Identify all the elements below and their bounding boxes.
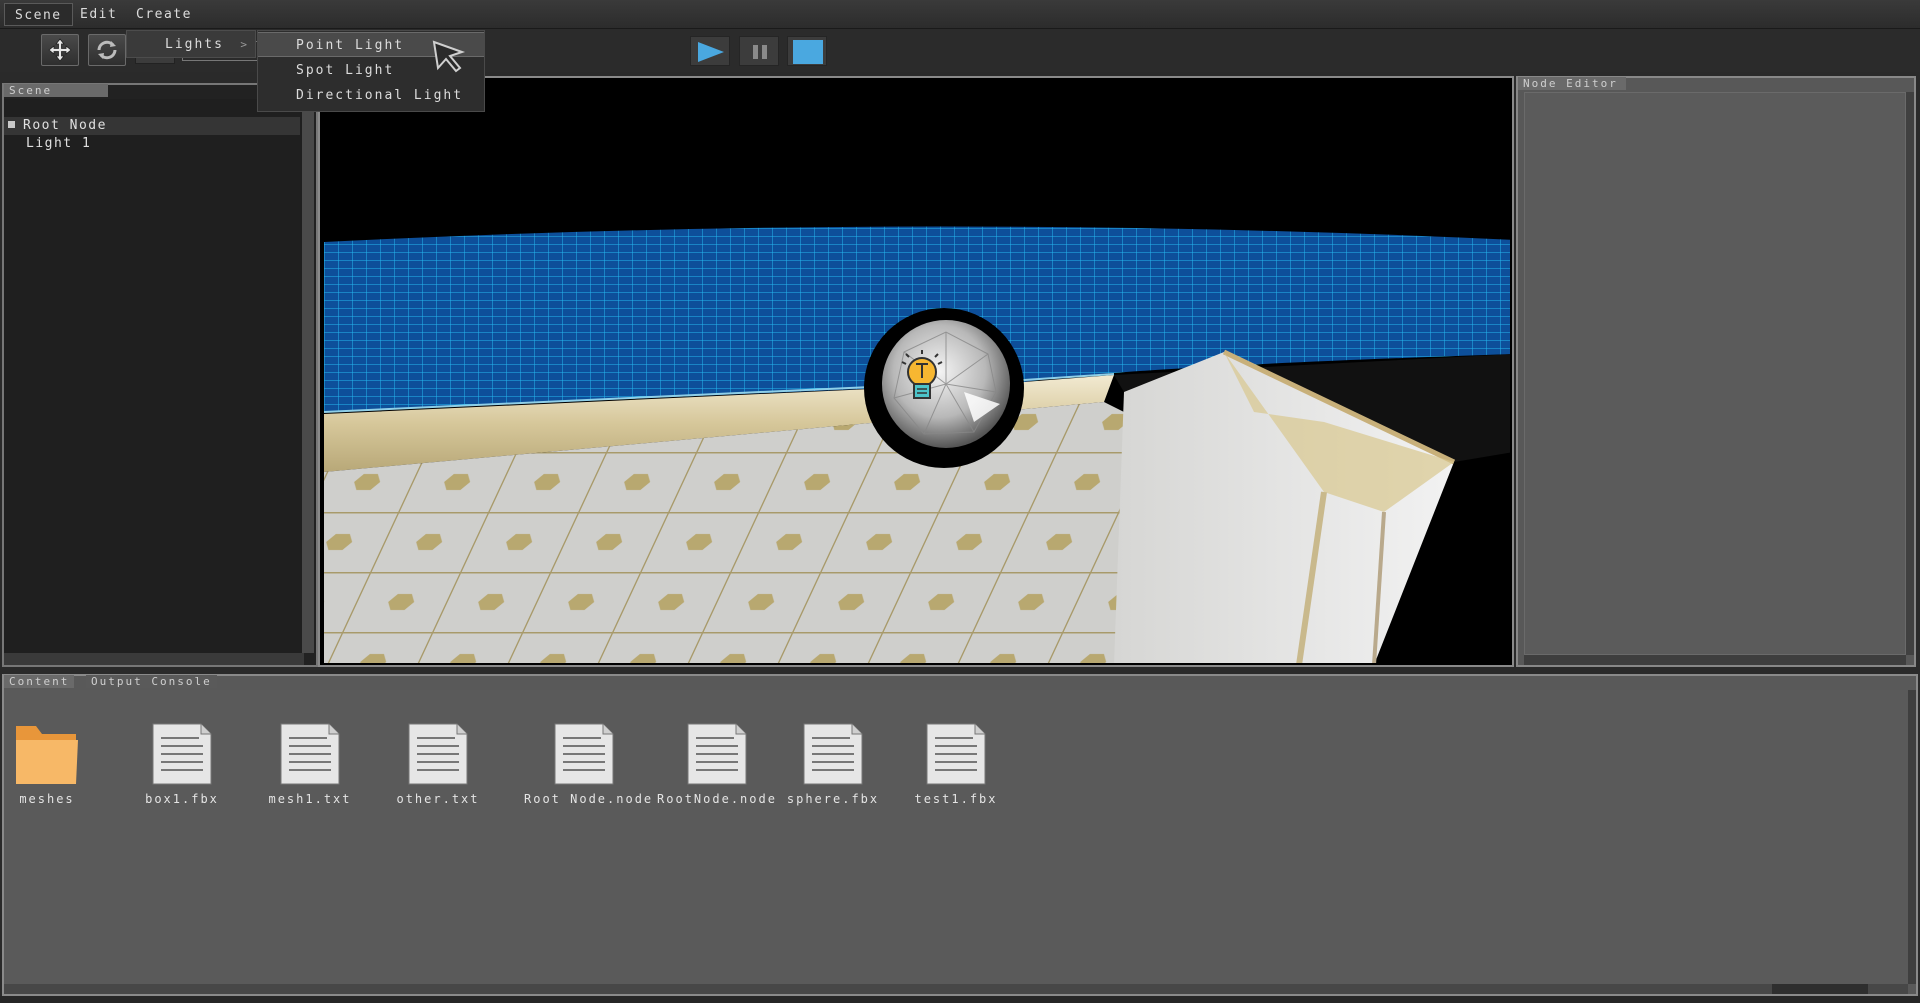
- scene-graph-hscroll[interactable]: [4, 653, 304, 665]
- content-item-sphere[interactable]: sphere.fbx: [773, 722, 893, 806]
- stop-button[interactable]: [787, 36, 827, 66]
- move-tool-button[interactable]: [41, 34, 79, 66]
- content-item-box1[interactable]: box1.fbx: [122, 722, 242, 806]
- create-menu: Lights >: [126, 30, 256, 58]
- node-editor-vscroll[interactable]: [1906, 92, 1914, 655]
- document-icon: [408, 723, 468, 785]
- menu-scene[interactable]: Scene: [4, 3, 73, 26]
- status-bar: [0, 996, 1920, 1003]
- document-icon: [687, 723, 747, 785]
- content-hscroll[interactable]: [4, 984, 1908, 994]
- content-item-mesh1[interactable]: mesh1.txt: [250, 722, 370, 806]
- rotate-tool-button[interactable]: [88, 34, 126, 66]
- scene-graph-panel: Scene Graph Root Node Light 1: [2, 83, 318, 667]
- content-item-label: RootNode.node: [657, 792, 777, 806]
- content-item-label: Root Node.node: [524, 792, 654, 806]
- content-item-label: meshes: [19, 792, 75, 806]
- pause-icon: [753, 45, 767, 59]
- document-icon: [554, 723, 614, 785]
- play-icon: [698, 42, 724, 62]
- content-item-label: mesh1.txt: [268, 792, 352, 806]
- document-icon: [803, 723, 863, 785]
- tree-item-root[interactable]: Root Node: [4, 117, 300, 135]
- menu-item-directional-light[interactable]: Directional Light: [258, 83, 484, 108]
- node-editor-hscroll[interactable]: [1524, 655, 1906, 665]
- play-button[interactable]: [690, 36, 730, 66]
- content-hscroll-thumb[interactable]: [1772, 984, 1868, 994]
- scene-graph-vscroll[interactable]: [302, 99, 314, 653]
- document-icon: [280, 723, 340, 785]
- output-console-tab[interactable]: Output Console: [86, 675, 217, 688]
- stop-icon: [793, 40, 823, 64]
- content-item-meshes[interactable]: meshes: [0, 722, 107, 806]
- menu-edit[interactable]: Edit: [70, 3, 127, 26]
- mouse-cursor-icon: [432, 40, 466, 73]
- menu-item-lights-label: Lights: [165, 37, 224, 52]
- menu-item-lights[interactable]: Lights >: [127, 32, 255, 57]
- content-browser: meshes box1.fbx mesh1.txt other.txt Root…: [4, 690, 1908, 984]
- viewport-panel: [318, 76, 1514, 667]
- document-icon: [926, 723, 986, 785]
- scene-graph-tab[interactable]: Scene Graph: [4, 84, 108, 110]
- content-item-label: box1.fbx: [145, 792, 219, 806]
- tree-item-light-1[interactable]: Light 1: [26, 135, 91, 153]
- content-item-other[interactable]: other.txt: [378, 722, 498, 806]
- move-icon: [48, 38, 72, 62]
- submenu-arrow-icon: >: [240, 38, 249, 51]
- 3d-viewport[interactable]: [324, 92, 1510, 663]
- document-icon: [152, 723, 212, 785]
- content-panel: Content Output Console meshes box1.fbx m…: [2, 674, 1918, 996]
- content-item-root-node[interactable]: Root Node.node: [524, 722, 654, 806]
- content-tab[interactable]: Content: [4, 675, 75, 688]
- rotate-icon: [97, 40, 117, 60]
- scene-render: [324, 92, 1510, 663]
- content-vscroll[interactable]: [1908, 690, 1916, 984]
- pause-button[interactable]: [739, 36, 779, 66]
- tree-item-root-label: Root Node: [23, 118, 107, 133]
- content-item-label: sphere.fbx: [786, 792, 880, 806]
- collapse-icon[interactable]: [8, 121, 15, 128]
- menu-bar: Scene Edit Create: [0, 0, 1920, 29]
- folder-icon: [16, 726, 78, 784]
- content-item-label: other.txt: [396, 792, 480, 806]
- node-editor-body: [1524, 92, 1906, 655]
- content-item-label: test1.fbx: [914, 792, 998, 806]
- node-editor-tab[interactable]: Node Editor: [1518, 77, 1626, 90]
- menu-create[interactable]: Create: [126, 3, 202, 26]
- scene-graph-tree: Root Node Light 1: [4, 99, 304, 653]
- node-editor-panel: Node Editor: [1516, 76, 1916, 667]
- content-item-rootnode[interactable]: RootNode.node: [657, 722, 777, 806]
- content-item-test1[interactable]: test1.fbx: [896, 722, 1016, 806]
